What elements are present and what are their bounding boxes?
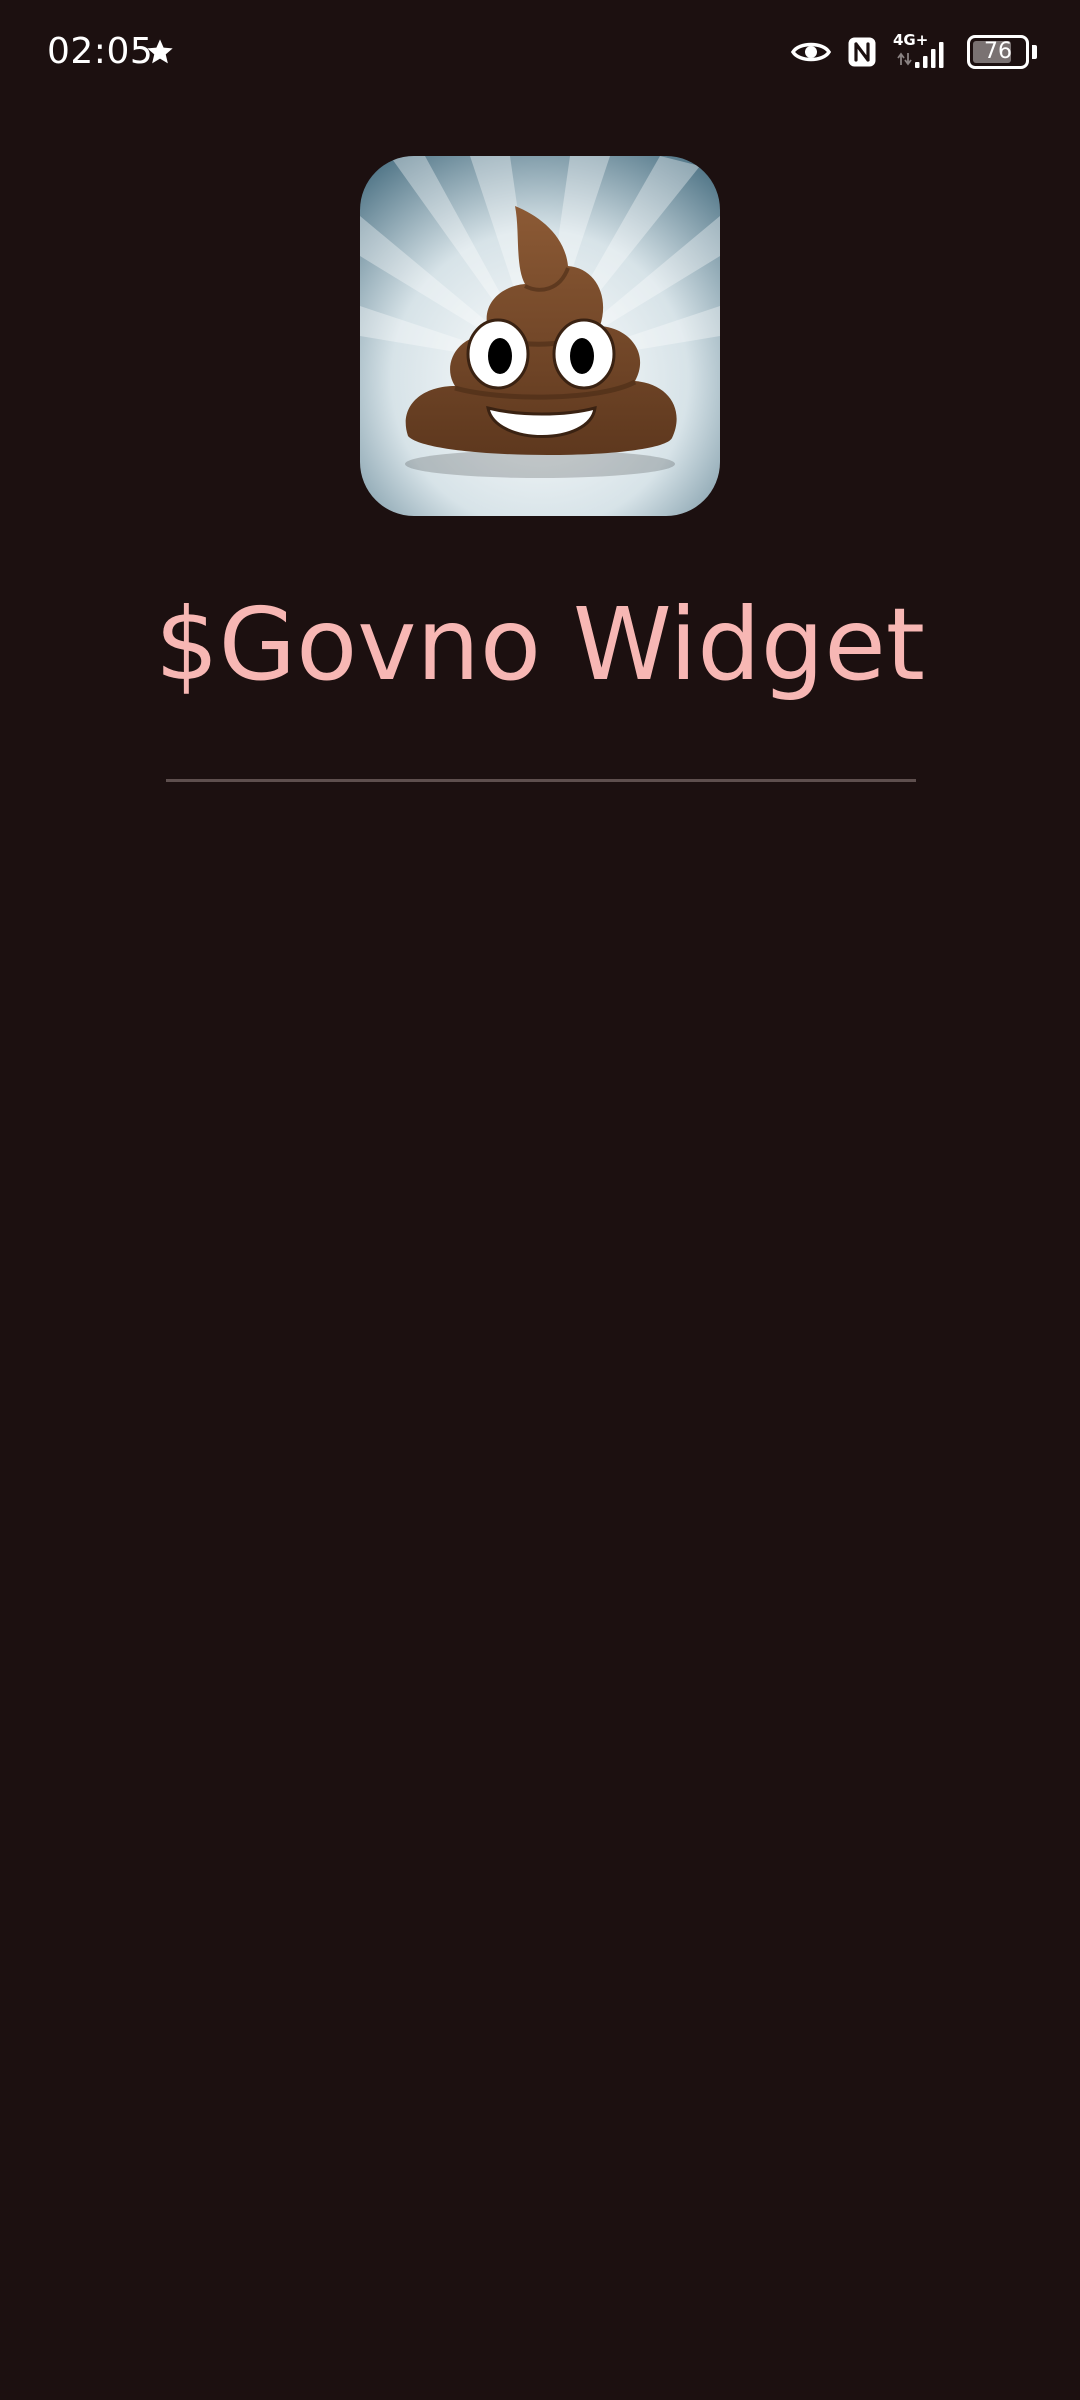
status-bar: 02:05 4G+ 76 [0, 0, 1080, 104]
status-icons: 4G+ 76 [791, 30, 1037, 74]
signal-icon [915, 42, 944, 68]
divider [166, 779, 916, 782]
battery-level: 76 [984, 39, 1012, 64]
pile-of-poo-icon [360, 156, 720, 516]
battery-cap [1032, 45, 1037, 59]
nfc-icon [848, 37, 876, 67]
status-time: 02:05 [47, 31, 154, 72]
star-icon [147, 39, 173, 64]
mobile-network: 4G+ [893, 31, 951, 71]
eye-icon [791, 42, 831, 62]
data-arrows-icon [897, 52, 912, 66]
battery-icon: 76 [967, 35, 1029, 69]
app-title: $Govno Widget [155, 586, 925, 703]
